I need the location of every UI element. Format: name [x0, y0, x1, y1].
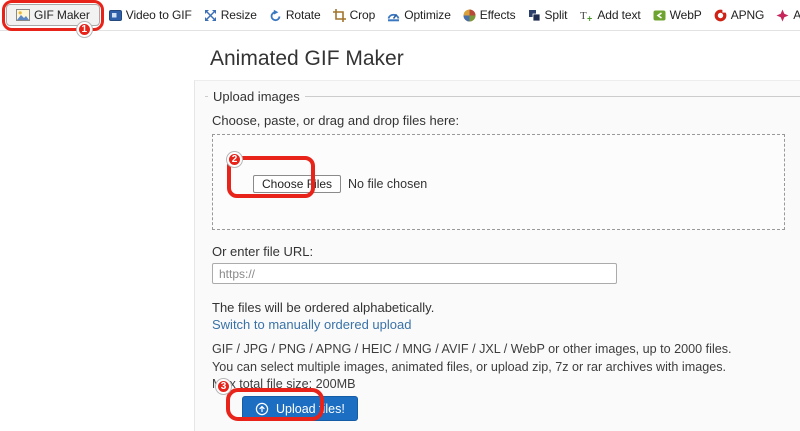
upload-cloud-icon — [255, 402, 269, 416]
page-title: Animated GIF Maker — [210, 47, 404, 70]
choose-files-button[interactable]: Choose Files — [253, 175, 342, 193]
tab-label: Split — [544, 8, 568, 22]
gif-maker-page: GIF Maker 1 Video to GIF Resize Rotate C… — [0, 0, 800, 431]
tab-split[interactable]: Split — [525, 6, 571, 24]
effects-icon — [463, 9, 476, 22]
formats-line: You can select multiple images, animated… — [212, 359, 727, 374]
tab-label: AVIF — [793, 8, 800, 22]
tab-optimize[interactable]: Optimize — [384, 6, 454, 24]
tab-label: APNG — [730, 8, 765, 22]
file-input-row: Choose Files No file chosen — [253, 175, 427, 193]
tab-label: GIF Maker — [34, 8, 90, 22]
drop-instruction: Choose, paste, or drag and drop files he… — [212, 113, 460, 128]
file-url-input[interactable] — [212, 263, 617, 284]
annotation-step-badge-3: 3 — [216, 379, 231, 394]
split-icon — [528, 9, 541, 22]
formats-info: GIF / JPG / PNG / APNG / HEIC / MNG / AV… — [212, 341, 732, 394]
tab-label: Resize — [220, 8, 257, 22]
tab-add-text[interactable]: T + Add text — [576, 6, 643, 24]
avif-icon — [776, 9, 789, 22]
tab-label: Add text — [597, 8, 641, 22]
tab-crop[interactable]: Crop — [330, 6, 379, 24]
tab-webp[interactable]: WebP — [650, 6, 705, 24]
crop-icon — [332, 8, 346, 22]
order-note: The files will be ordered alphabetically… — [212, 300, 435, 315]
tab-label: Rotate — [285, 8, 321, 22]
rotate-icon — [269, 9, 282, 22]
apng-icon — [714, 8, 727, 22]
svg-text:+: + — [587, 13, 592, 22]
resize-icon — [204, 9, 217, 22]
upload-files-button[interactable]: Upload files! — [242, 396, 358, 421]
tab-avif[interactable]: AVIF — [773, 6, 800, 24]
upload-legend: Upload images — [208, 89, 305, 104]
webp-icon — [653, 9, 666, 22]
tab-label: Effects — [479, 8, 516, 22]
tab-resize[interactable]: Resize — [201, 6, 260, 24]
active-tab-wrapper: GIF Maker 1 — [2, 0, 104, 37]
tab-apng[interactable]: APNG — [711, 6, 768, 24]
svg-text:T: T — [580, 10, 587, 22]
tab-rotate[interactable]: Rotate — [266, 6, 324, 24]
video-icon — [108, 9, 122, 22]
add-text-icon: T + — [579, 9, 593, 22]
file-status-text: No file chosen — [348, 177, 428, 191]
tab-effects[interactable]: Effects — [460, 6, 519, 24]
tab-label: Crop — [349, 8, 376, 22]
annotation-step-badge-2: 2 — [227, 152, 242, 167]
tab-video-to-gif[interactable]: Video to GIF — [106, 6, 195, 24]
switch-order-link[interactable]: Switch to manually ordered upload — [212, 317, 411, 332]
optimize-icon — [387, 9, 400, 22]
upload-button-label: Upload files! — [276, 401, 345, 416]
annotation-step-badge-1: 1 — [76, 22, 92, 37]
tab-label: Video to GIF — [125, 8, 192, 22]
top-navigation: GIF Maker 1 Video to GIF Resize Rotate C… — [0, 0, 800, 37]
tab-label: WebP — [669, 8, 702, 22]
formats-line: GIF / JPG / PNG / APNG / HEIC / MNG / AV… — [212, 342, 732, 356]
url-label: Or enter file URL: — [212, 244, 314, 259]
formats-line: Max total file size: 200MB — [212, 377, 356, 391]
tab-label: Optimize — [404, 8, 451, 22]
image-icon — [16, 9, 30, 21]
